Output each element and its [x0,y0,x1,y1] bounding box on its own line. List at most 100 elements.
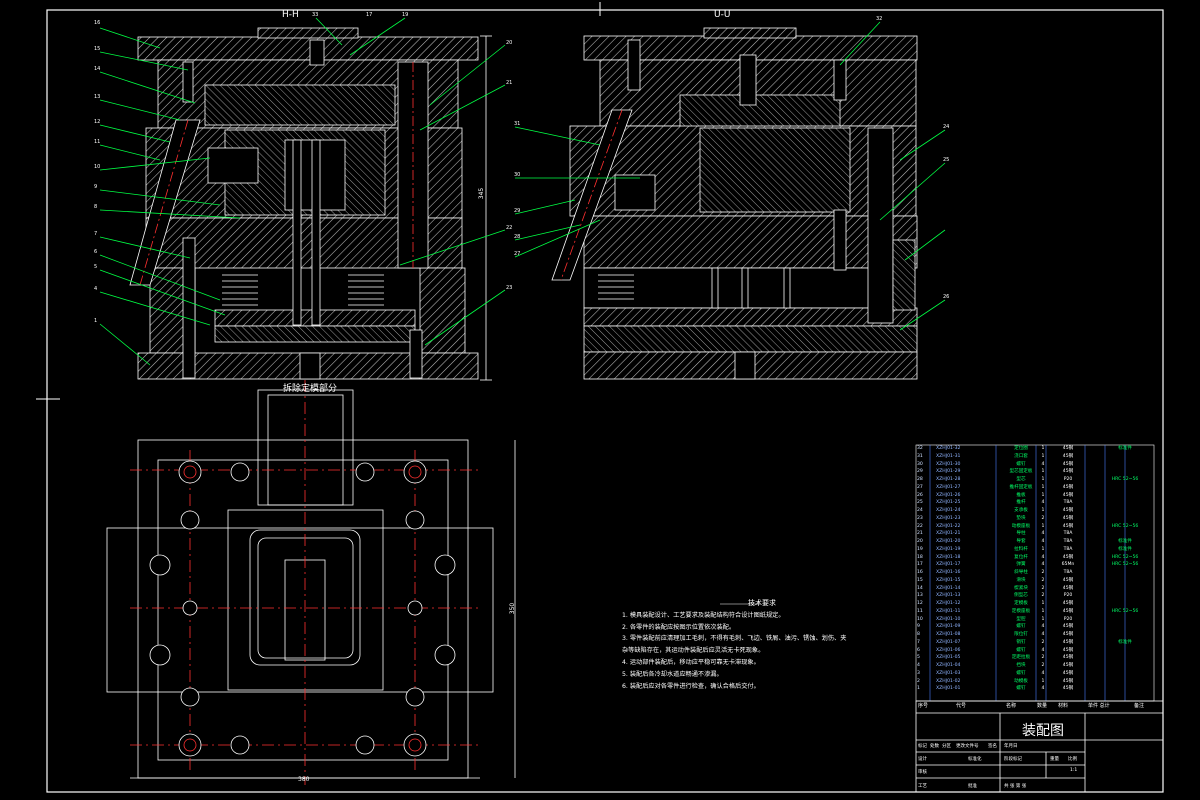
bom-cell-no: 21 [917,531,923,537]
bom-cell-name: 螺钉 [1016,461,1026,467]
bom-cell-name: 垫块 [1016,515,1026,521]
bom-cell-qty: 4 [1041,686,1045,692]
bom-cell-code: XZHJ01-30 [936,461,961,467]
bom-cell-no: 19 [917,546,923,552]
bom-cell-code: XZHJ01-11 [936,608,961,614]
callout-12: 12 [94,119,101,125]
bom-header-note: 备注 [1134,703,1145,709]
bom-row: 5 XZHJ01-05 定距拉板 2 45钢 [916,654,1154,662]
callout-6: 6 [94,249,98,255]
bom-cell-name: 推杆 [1016,500,1026,506]
dimension-bottom-width: 380 [298,776,310,783]
tb-label-date: 年月日 [1004,744,1018,749]
bom-row: 18 XZHJ01-18 复位杆 4 45钢 HRC 52~56 [916,554,1154,562]
bom-cell-name: 动模板 [1014,678,1028,684]
bom-cell-no: 5 [917,655,920,661]
section-view-u-u [551,27,918,380]
bom-cell-qty: 1 [1041,484,1045,490]
bom-cell-material: 45钢 [1062,453,1074,459]
title-block-grid [915,700,1164,793]
dimension-height: 345 [478,187,486,200]
bom-cell-material: 45钢 [1062,601,1074,606]
bom-row: 14 XZHJ01-14 楔紧块 2 45钢 [916,585,1154,593]
bom-cell-qty: 1 [1041,678,1045,684]
tb-label-count: 处数 [930,744,939,749]
bom-cell-name: 推板 [1016,492,1026,498]
bom-cell-qty: 1 [1041,508,1045,513]
tb-row-design: 设计 [918,757,927,762]
callout-32: 32 [876,16,883,22]
bom-row: 4 XZHJ01-04 挡块 2 45钢 [916,662,1154,670]
callout-10: 10 [94,164,101,170]
tb-row-review: 审核 [918,770,927,775]
bom-cell-code: XZHJ01-19 [936,546,961,552]
bom-cell-name: 型腔 [1016,616,1026,622]
bom-cell-no: 12 [917,601,923,606]
bom-cell-material: T8A [1063,539,1073,544]
bom-cell-material: 45钢 [1062,515,1074,521]
tb-scale-value: 1:1 [1070,768,1078,773]
bom-cell-name: 拉料杆 [1014,546,1028,552]
bom-cell-no: 1 [917,686,920,692]
tb-label-change: 更改文件号 [956,744,979,749]
bom-cell-material: 45钢 [1062,469,1074,475]
callout-22: 22 [506,225,513,231]
section-label-h-h: H-H [282,10,299,20]
bom-cell-note: HRC 52~56 [1111,608,1139,614]
bom-cell-code: XZHJ01-27 [936,484,961,490]
bom-cell-code: XZHJ01-23 [936,515,961,521]
bom-cell-qty: 1 [1041,608,1045,614]
bom-row: 24 XZHJ01-24 支承板 1 45钢 [916,507,1154,515]
bom-cell-material: 45钢 [1062,446,1074,451]
bom-cell-material: 45钢 [1062,461,1074,467]
bom-cell-qty: 2 [1041,655,1045,661]
bom-cell-material: P20 [1063,477,1073,482]
bom-header: 序号 代号 名称 数量 材料 单件 总计 备注 [916,700,1154,712]
technical-note-line: 6. 装配后应对各零件进行检查，确认合格后交付。 [622,682,760,690]
bom-cell-no: 31 [917,453,923,459]
bom-cell-no: 27 [917,484,923,490]
bom-cell-material: 45钢 [1062,508,1074,513]
bom-cell-name: 型芯 [1016,477,1026,482]
bom-cell-code: XZHJ01-25 [936,500,961,506]
bom-cell-material: 45钢 [1062,670,1074,676]
bom-cell-name: 螺钉 [1016,624,1026,630]
bom-cell-code: XZHJ01-24 [936,508,961,513]
tb-scale: 比例 [1068,757,1077,762]
tb-standardization: 标准化 [968,757,982,762]
bom-cell-material: T8A [1063,500,1073,506]
bom-cell-material: 45钢 [1062,523,1074,529]
bom-cell-qty: 4 [1041,647,1045,653]
bom-row: 25 XZHJ01-25 推杆 4 T8A [916,499,1154,507]
bom-cell-no: 30 [917,461,923,467]
bom-cell-note: 标准件 [1118,546,1132,552]
callout-19: 19 [402,12,409,18]
tb-label-mark: 标记 [918,744,927,749]
bom-cell-code: XZHJ01-10 [936,616,961,622]
bom-cell-material: P20 [1063,616,1073,622]
bom-cell-no: 25 [917,500,923,506]
bom-cell-code: XZHJ01-13 [936,593,961,599]
bom-cell-qty: 1 [1041,546,1045,552]
tb-label-zone: 分区 [942,744,951,749]
bom-cell-qty: 1 [1041,601,1045,606]
callout-23: 23 [506,285,513,291]
bom-header-material: 材料 [1058,703,1069,709]
bom-cell-material: 45钢 [1062,554,1074,560]
bom-row: 31 XZHJ01-31 浇口套 1 45钢 [916,453,1154,461]
bom-cell-qty: 4 [1041,539,1045,544]
callout-29: 29 [514,208,521,214]
bom-row: 30 XZHJ01-30 螺钉 4 45钢 [916,461,1154,469]
bom-cell-qty: 4 [1041,531,1045,537]
bom-cell-qty: 1 [1041,492,1045,498]
bom-cell-note: HRC 52~56 [1111,477,1139,482]
bom-header-qty: 数量 [1037,703,1048,709]
bom-cell-name: 侧型芯 [1014,593,1028,599]
bom-cell-name: 滑块 [1016,577,1026,583]
technical-note-line: 5. 装配后各冷却水道应畅通不渗漏。 [622,670,723,678]
bom-cell-code: XZHJ01-02 [936,678,961,684]
bom-row: 15 XZHJ01-15 滑块 2 45钢 [916,577,1154,585]
bom-cell-qty: 2 [1041,515,1045,521]
bom-cell-no: 2 [917,678,920,684]
bom-cell-material: 45钢 [1062,655,1074,661]
